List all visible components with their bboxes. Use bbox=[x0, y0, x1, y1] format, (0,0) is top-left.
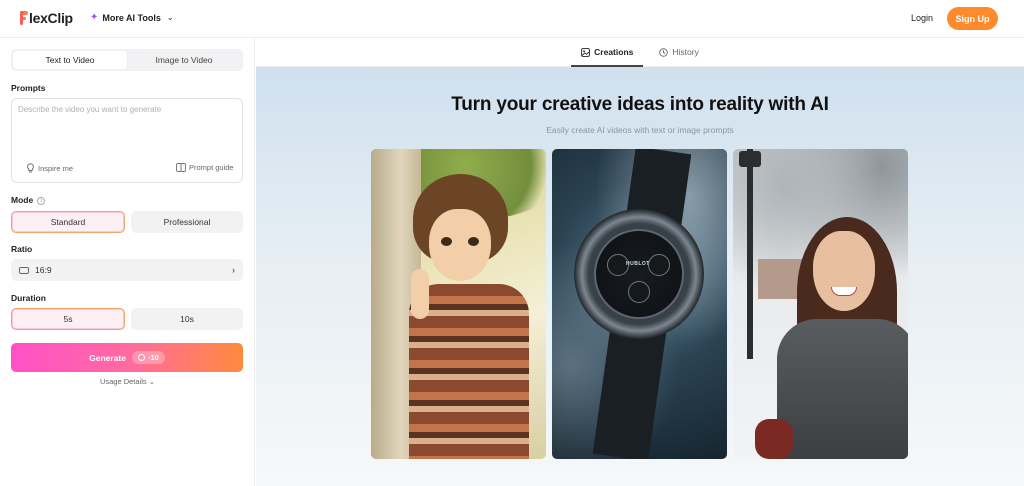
flexclip-logo-icon bbox=[20, 11, 28, 25]
prompts-label: Prompts bbox=[11, 83, 46, 93]
tab-history-label: History bbox=[672, 47, 699, 57]
inspire-me-label: Inspire me bbox=[38, 163, 74, 173]
face bbox=[429, 209, 491, 281]
info-icon[interactable]: i bbox=[37, 196, 46, 205]
mode-selector: Standard Professional bbox=[11, 211, 243, 233]
creations-icon bbox=[581, 47, 591, 57]
glove bbox=[755, 419, 793, 459]
chevron-down-icon: ⌄ bbox=[166, 13, 174, 22]
mode-label-row: Mode i bbox=[11, 195, 46, 205]
ratio-value: 16:9 bbox=[35, 265, 52, 275]
lamp-post bbox=[747, 149, 753, 359]
generation-type-toggle: Text to Video Image to Video bbox=[11, 49, 243, 71]
main-area: Creations History Turn your creative ide… bbox=[256, 38, 1024, 486]
hero-section: Turn your creative ideas into reality wi… bbox=[256, 67, 1024, 486]
duration-5s-button[interactable]: 5s bbox=[11, 308, 125, 330]
mode-professional-button[interactable]: Professional bbox=[131, 211, 243, 233]
login-link[interactable]: Login bbox=[911, 13, 933, 23]
more-ai-tools-label: More AI Tools bbox=[102, 12, 161, 23]
eye bbox=[441, 237, 452, 246]
logo-text: lexClip bbox=[29, 10, 73, 26]
example-video-watch[interactable]: HUBLOT bbox=[552, 149, 727, 459]
face bbox=[813, 231, 875, 311]
sign-up-button[interactable]: Sign Up bbox=[947, 7, 998, 30]
prompt-guide-button[interactable]: Prompt guide bbox=[176, 163, 234, 172]
watch-dial bbox=[594, 229, 684, 319]
inspire-me-button[interactable]: Inspire me bbox=[26, 163, 73, 173]
credit-cost-badge: -10 bbox=[132, 351, 165, 364]
ratio-label: Ratio bbox=[11, 244, 33, 254]
watch-brand: HUBLOT bbox=[626, 261, 650, 267]
flexclip-logo[interactable]: lexClip bbox=[20, 10, 73, 26]
mode-label: Mode bbox=[11, 195, 34, 205]
subdial bbox=[628, 281, 650, 303]
arm bbox=[411, 269, 429, 319]
chevron-right-icon: › bbox=[232, 265, 235, 275]
top-header: lexClip ✦ More AI Tools ⌄ Login Sign Up bbox=[0, 0, 1024, 38]
clock-icon bbox=[659, 47, 669, 57]
duration-label: Duration bbox=[11, 293, 46, 303]
hero-title: Turn your creative ideas into reality wi… bbox=[451, 94, 829, 115]
duration-selector: 5s 10s bbox=[11, 308, 243, 330]
prompt-box: Inspire me Prompt guide bbox=[11, 98, 243, 183]
credit-cost: -10 bbox=[148, 353, 159, 362]
aspect-ratio-icon bbox=[19, 266, 29, 274]
generate-label: Generate bbox=[89, 352, 126, 363]
tab-history[interactable]: History bbox=[649, 38, 708, 66]
lightbulb-icon bbox=[27, 163, 34, 173]
tab-creations[interactable]: Creations bbox=[571, 38, 644, 67]
usage-details-label: Usage Details bbox=[99, 377, 147, 386]
subdial bbox=[648, 254, 670, 276]
prompt-guide-label: Prompt guide bbox=[189, 163, 234, 172]
prompt-input[interactable] bbox=[18, 105, 236, 155]
example-video-woman-snow[interactable] bbox=[733, 149, 908, 459]
example-video-anime-boy[interactable] bbox=[371, 149, 546, 459]
chevron-down-icon: ⌄ bbox=[148, 377, 156, 386]
mode-standard-button[interactable]: Standard bbox=[11, 211, 125, 233]
duration-10s-button[interactable]: 10s bbox=[131, 308, 243, 330]
coat bbox=[777, 319, 908, 459]
generate-button[interactable]: Generate -10 bbox=[11, 343, 243, 372]
ratio-selector[interactable]: 16:9 › bbox=[11, 259, 243, 281]
eye bbox=[468, 237, 479, 246]
tab-creations-label: Creations bbox=[594, 47, 634, 57]
usage-details-link[interactable]: Usage Details ⌄ bbox=[0, 377, 255, 386]
more-ai-tools-menu[interactable]: ✦ More AI Tools ⌄ bbox=[90, 12, 174, 23]
main-tabs: Creations History bbox=[256, 38, 1024, 67]
book-icon bbox=[176, 163, 186, 172]
hero-subtitle: Easily create AI videos with text or ima… bbox=[546, 125, 734, 135]
lamp bbox=[739, 151, 761, 167]
sparkle-icon: ✦ bbox=[90, 12, 99, 23]
credit-coin-icon bbox=[138, 354, 145, 361]
tab-image-to-video[interactable]: Image to Video bbox=[127, 51, 241, 69]
tab-text-to-video[interactable]: Text to Video bbox=[13, 51, 127, 69]
